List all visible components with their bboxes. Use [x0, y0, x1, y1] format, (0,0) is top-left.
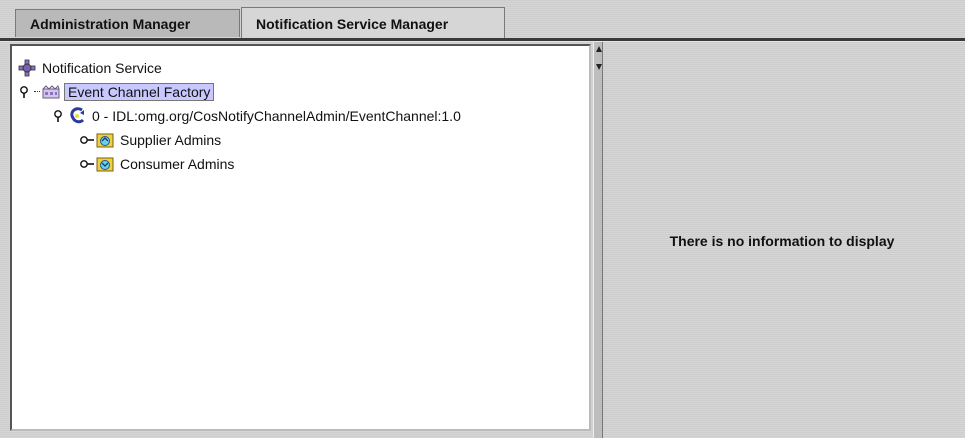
tree-node-label: Notification Service	[42, 60, 162, 76]
collapsed-handle-icon[interactable]	[80, 158, 94, 170]
window-body: { "tabs": [ {"label": "Administration Ma…	[0, 0, 965, 438]
tree-node-event-channel[interactable]: 0 - IDL:omg.org/CosNotifyChannelAdmin/Ev…	[52, 106, 463, 126]
collapsed-handle-icon[interactable]	[80, 134, 94, 146]
consumer-admin-folder-icon	[96, 155, 114, 173]
split-pane-divider[interactable]	[593, 42, 603, 438]
tree-node-consumer-admins[interactable]: Consumer Admins	[80, 154, 236, 174]
collapse-right-arrow-icon[interactable]	[596, 64, 602, 70]
tree-node-label: Consumer Admins	[120, 156, 235, 172]
notification-service-icon	[18, 59, 36, 77]
expanded-handle-icon[interactable]	[18, 86, 30, 98]
tree-node-supplier-admins[interactable]: Supplier Admins	[80, 130, 223, 150]
tree-connector	[34, 91, 40, 93]
tab-notification-service-manager[interactable]: Notification Service Manager	[241, 7, 505, 39]
supplier-admin-folder-icon	[96, 131, 114, 149]
tree-panel[interactable]: Notification Service Event Channel Facto…	[10, 44, 591, 431]
tree-node-notification-service[interactable]: Notification Service	[18, 58, 164, 78]
tree-node-label: Event Channel Factory	[64, 83, 215, 101]
tree-node-event-channel-factory[interactable]: Event Channel Factory	[18, 82, 215, 102]
tab-label: Administration Manager	[30, 15, 191, 32]
tab-strip: Administration Manager Notification Serv…	[0, 0, 965, 40]
tab-administration-manager[interactable]: Administration Manager	[15, 9, 240, 37]
tree-node-label: 0 - IDL:omg.org/CosNotifyChannelAdmin/Ev…	[92, 108, 461, 124]
tree-node-label: Supplier Admins	[120, 132, 222, 148]
empty-detail-message: There is no information to display	[669, 233, 895, 249]
tab-label: Notification Service Manager	[256, 15, 449, 32]
event-channel-icon	[68, 107, 86, 125]
factory-icon	[42, 83, 60, 101]
collapse-left-arrow-icon[interactable]	[596, 46, 602, 52]
expanded-handle-icon[interactable]	[52, 110, 64, 122]
